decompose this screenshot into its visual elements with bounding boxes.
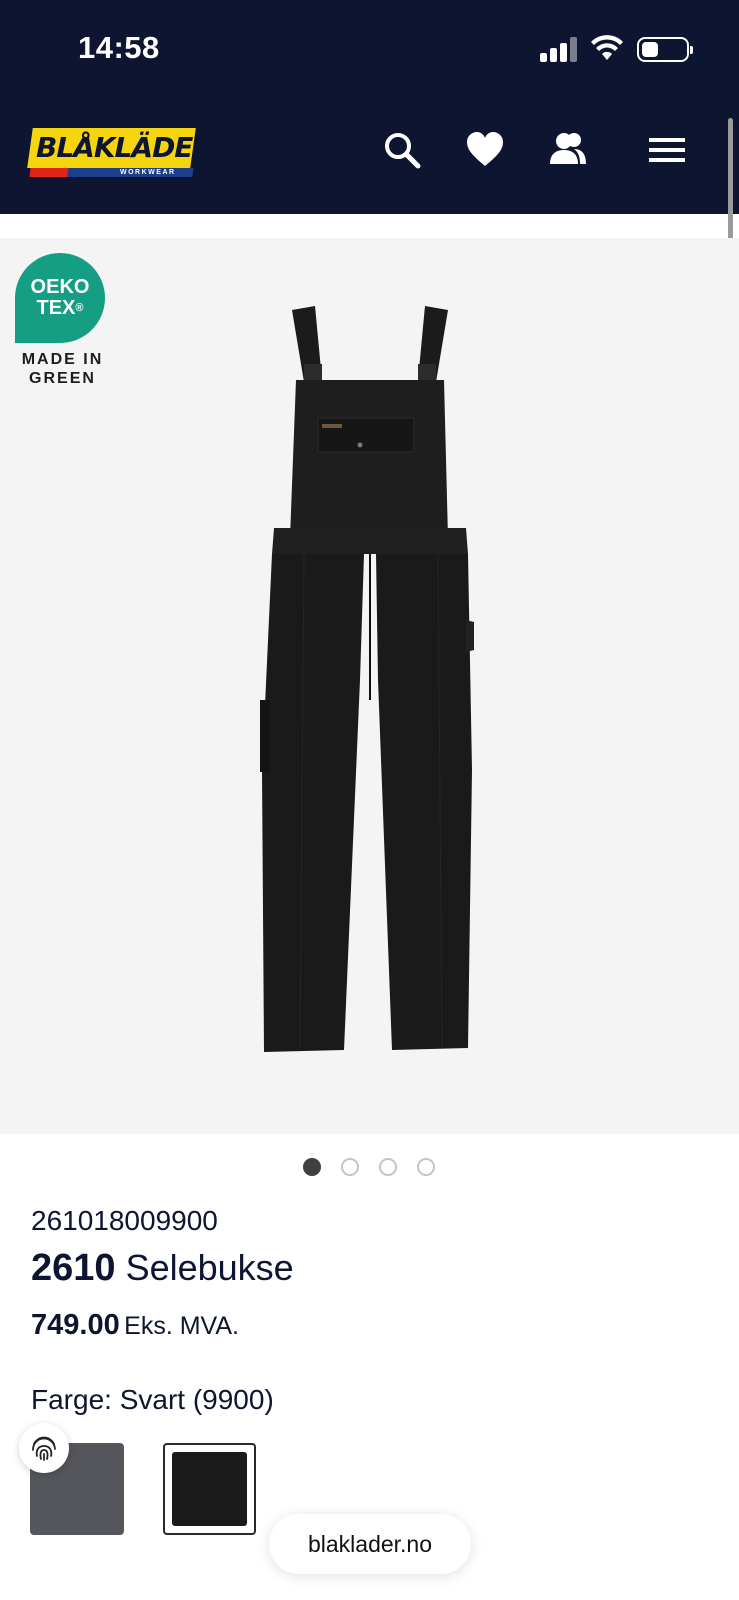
account-icon[interactable] xyxy=(548,130,588,170)
product-sku: 261018009900 xyxy=(31,1205,218,1236)
menu-icon[interactable] xyxy=(647,130,687,170)
color-swatch-black-selected[interactable] xyxy=(163,1443,256,1535)
carousel-dot-2[interactable] xyxy=(341,1158,359,1176)
made-in-green-label: MADE IN GREEN xyxy=(21,351,104,387)
carousel-dot-3[interactable] xyxy=(379,1158,397,1176)
oeko-tex-badge: OEKO TEX® xyxy=(15,253,105,343)
carousel-dot-1[interactable] xyxy=(303,1158,321,1176)
color-swatch-black-fill xyxy=(172,1452,247,1526)
fingerprint-icon[interactable] xyxy=(19,1423,69,1473)
color-label: Farge: Svart (9900) xyxy=(31,1384,274,1415)
status-time: 14:58 xyxy=(78,30,160,65)
search-icon[interactable] xyxy=(382,130,422,170)
price-value: 749.00 xyxy=(31,1309,120,1341)
header-bar: 14:58 BLÅKLÄDER WORKWEAR xyxy=(0,0,739,214)
carousel-dot-4[interactable] xyxy=(417,1158,435,1176)
wifi-icon xyxy=(591,35,623,60)
heart-icon[interactable] xyxy=(465,130,505,170)
price-vat-label: Eks. MVA. xyxy=(124,1312,239,1340)
brand-logo[interactable]: BLÅKLÄDER WORKWEAR xyxy=(27,128,214,178)
product-image-bib-overall xyxy=(260,306,474,1052)
browser-url-pill[interactable]: blaklader.no xyxy=(269,1514,471,1574)
cellular-signal-icon xyxy=(540,36,580,62)
product-price: 749.00 Eks. MVA. xyxy=(31,1309,239,1342)
product-model: 2610 xyxy=(31,1247,116,1289)
product-title: 2610 Selebukse xyxy=(31,1247,294,1290)
battery-icon xyxy=(637,37,693,62)
product-name: Selebukse xyxy=(125,1247,294,1288)
